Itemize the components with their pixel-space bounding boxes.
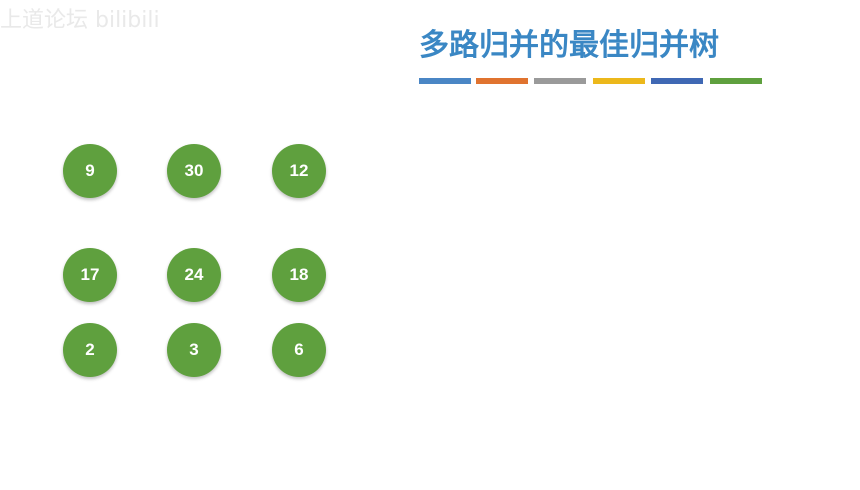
tree-node: 17	[63, 248, 117, 302]
accent-bar-orange	[476, 78, 528, 84]
tree-node: 12	[272, 144, 326, 198]
accent-bar-blue	[419, 78, 471, 84]
accent-bar-darkblue	[651, 78, 703, 84]
accent-bar-gray	[534, 78, 586, 84]
tree-node: 30	[167, 144, 221, 198]
tree-node: 9	[63, 144, 117, 198]
page-title: 多路归并的最佳归并树	[419, 28, 719, 63]
tree-node: 24	[167, 248, 221, 302]
tree-node: 3	[167, 323, 221, 377]
accent-bar-green	[710, 78, 762, 84]
watermark: 上道论坛 bilibili	[0, 8, 160, 33]
tree-node: 18	[272, 248, 326, 302]
accent-bar-yellow	[593, 78, 645, 84]
tree-node: 6	[272, 323, 326, 377]
tree-node: 2	[63, 323, 117, 377]
